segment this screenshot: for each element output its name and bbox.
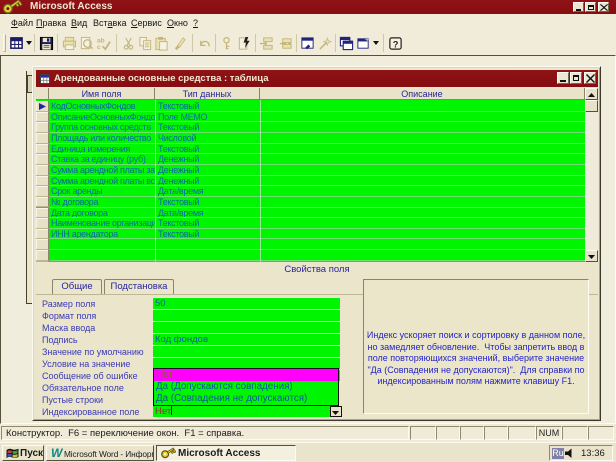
svg-text:c: c	[97, 44, 101, 51]
svg-text:?: ?	[393, 39, 399, 49]
